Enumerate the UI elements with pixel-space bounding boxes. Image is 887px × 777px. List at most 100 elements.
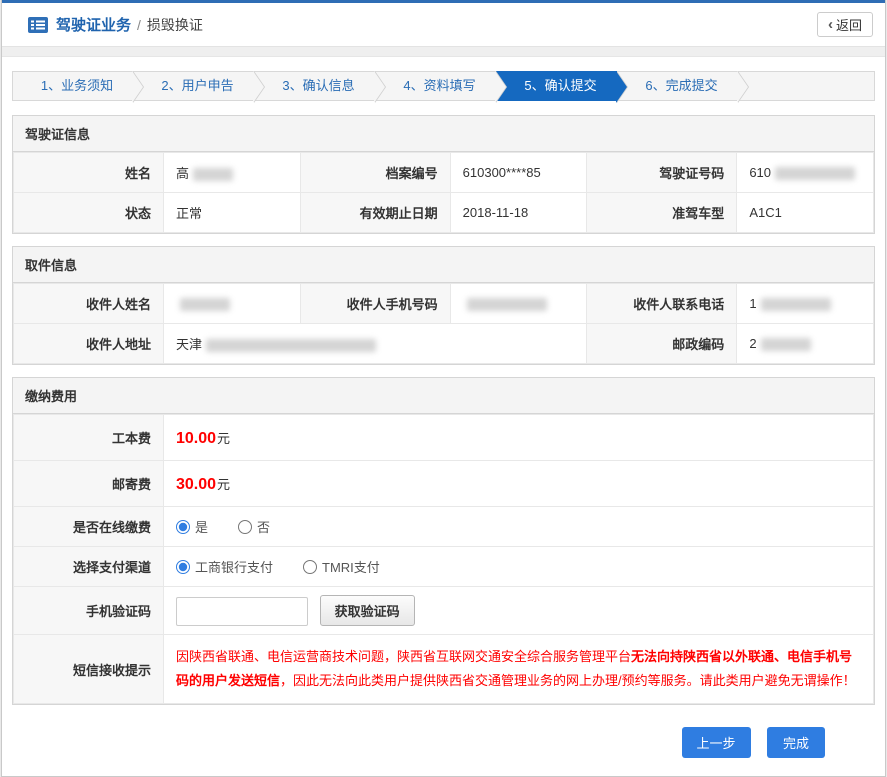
expiry-date-label: 有效期止日期 (299, 192, 451, 233)
redacted-value (775, 167, 856, 181)
status-label: 状态 (13, 192, 164, 233)
sms-code-field-cell: 获取验证码 (163, 586, 874, 635)
recipient-address-value: 天津 (162, 323, 588, 364)
online-payment-options: 是 否 (163, 506, 874, 547)
channel-icbc-radio[interactable] (176, 559, 190, 574)
recipient-address-label: 收件人地址 (13, 323, 164, 364)
table-row: 收件人姓名 收件人手机号码 收件人联系电话 1 (13, 283, 874, 324)
back-button-label: 返回 (835, 18, 862, 33)
section-title-fees: 缴纳费用 (13, 378, 874, 414)
step-tab-5-confirm-submit[interactable]: 5、确认提交 (496, 71, 628, 103)
pickup-info-table: 收件人姓名 收件人手机号码 收件人联系电话 1 收件人地址 天津 邮政编码 2 (13, 283, 874, 364)
license-business-icon (28, 16, 48, 33)
production-cost-label: 工本费 (13, 414, 164, 461)
fees-table: 工本费 10.00元 邮寄费 30.00元 是否在线缴费 是 否 选择支付渠道 … (13, 414, 874, 705)
back-button[interactable]: ‹ 返回 (816, 12, 873, 37)
redacted-value (760, 338, 811, 352)
steps-bar: 1、业务须知 2、用户申告 3、确认信息 4、资料填写 5、确认提交 6、完成提… (2, 57, 885, 113)
main-content: 驾驶证信息 姓名 高 档案编号 610300****85 驾驶证号码 610 状… (2, 113, 885, 777)
section-title-license: 驾驶证信息 (13, 116, 874, 152)
page-root: 驾驶证业务 / 损毁换证 ‹ 返回 1、业务须知 2、用户申告 3、确认信息 4… (1, 0, 886, 777)
redacted-value (193, 168, 234, 182)
steps-filler (738, 71, 875, 101)
recipient-mobile-label: 收件人手机号码 (299, 283, 451, 324)
online-payment-yes-radio[interactable] (176, 519, 190, 534)
table-row: 收件人地址 天津 邮政编码 2 (13, 323, 874, 364)
step-tab-1-business-notice[interactable]: 1、业务须知 (12, 71, 144, 103)
payment-channel-options: 工商银行支付 TMRI支付 (163, 546, 874, 587)
table-row: 邮寄费 30.00元 (13, 460, 874, 507)
sms-notice-label: 短信接收提示 (13, 633, 164, 705)
recipient-mobile-value (449, 283, 588, 324)
name-label: 姓名 (13, 152, 164, 193)
payment-channel-label: 选择支付渠道 (13, 546, 164, 587)
license-info-table: 姓名 高 档案编号 610300****85 驾驶证号码 610 状态 正常 有… (13, 152, 874, 233)
section-title-pickup: 取件信息 (13, 247, 874, 283)
online-payment-no-radio[interactable] (238, 519, 253, 534)
sms-notice-part-2: ，因此无法向此类用户提供陕西省交通管理业务的网上办理/预约等服务。请此类用户避免… (280, 673, 856, 689)
page-header: 驾驶证业务 / 损毁换证 ‹ 返回 (2, 3, 885, 47)
sms-code-label: 手机验证码 (13, 586, 164, 635)
redacted-value (760, 298, 831, 312)
form-actions: 上一步 完成 (12, 717, 875, 777)
table-row: 状态 正常 有效期止日期 2018-11-18 准驾车型 A1C1 (13, 192, 874, 233)
postcode-value: 2 (736, 323, 874, 364)
redacted-value (206, 339, 377, 353)
step-tab-3-confirm-info[interactable]: 3、确认信息 (254, 71, 386, 103)
production-cost-amount: 10.00 (176, 429, 217, 447)
status-value: 正常 (163, 192, 301, 233)
vehicle-class-value: A1C1 (736, 192, 874, 233)
table-row: 选择支付渠道 工商银行支付 TMRI支付 (13, 546, 874, 587)
get-sms-code-button[interactable]: 获取验证码 (319, 595, 415, 626)
channel-tmri-option[interactable]: TMRI支付 (303, 557, 380, 576)
channel-icbc-option[interactable]: 工商银行支付 (176, 557, 273, 576)
expiry-date-value: 2018-11-18 (449, 192, 588, 233)
license-number-value: 610 (736, 152, 874, 193)
postage-fee-unit: 元 (217, 476, 231, 492)
back-chevron-icon: ‹ (827, 16, 833, 33)
header-divider-band (2, 47, 885, 57)
postage-fee-amount: 30.00 (176, 475, 217, 493)
postcode-label: 邮政编码 (586, 323, 738, 364)
recipient-tel-label: 收件人联系电话 (586, 283, 738, 324)
channel-tmri-radio[interactable] (303, 559, 318, 574)
online-payment-no-option[interactable]: 否 (238, 517, 270, 536)
license-number-label: 驾驶证号码 (586, 152, 738, 193)
section-license-info: 驾驶证信息 姓名 高 档案编号 610300****85 驾驶证号码 610 状… (12, 115, 875, 234)
vehicle-class-label: 准驾车型 (586, 192, 738, 233)
table-row: 工本费 10.00元 (13, 414, 874, 461)
table-row: 短信接收提示 因陕西省联通、电信运营商技术问题，陕西省互联网交通安全综合服务管理… (13, 633, 874, 705)
step-tab-2-user-declaration[interactable]: 2、用户申告 (133, 71, 265, 103)
step-tab-6-complete-submit[interactable]: 6、完成提交 (617, 71, 749, 103)
section-pickup-info: 取件信息 收件人姓名 收件人手机号码 收件人联系电话 1 收件人地址 天津 邮政… (12, 246, 875, 365)
postage-fee-value: 30.00元 (163, 460, 874, 507)
recipient-name-value (163, 283, 301, 324)
sms-notice-part-1: 因陕西省联通、电信运营商技术问题，陕西省互联网交通安全综合服务管理平台 (176, 649, 632, 664)
production-cost-unit: 元 (217, 430, 231, 446)
breadcrumb-separator: / (137, 16, 141, 33)
channel-icbc-label: 工商银行支付 (195, 560, 274, 575)
online-payment-yes-label: 是 (195, 520, 209, 535)
breadcrumb-current: 损毁换证 (146, 16, 203, 33)
channel-tmri-label: TMRI支付 (322, 560, 380, 575)
page-title: 驾驶证业务 (56, 17, 132, 34)
online-payment-label: 是否在线缴费 (13, 506, 164, 547)
postage-fee-label: 邮寄费 (13, 460, 164, 507)
name-value: 高 (163, 152, 301, 193)
recipient-name-label: 收件人姓名 (13, 283, 164, 324)
section-fees: 缴纳费用 工本费 10.00元 邮寄费 30.00元 是否在线缴费 是 否 选择… (12, 377, 875, 706)
previous-step-button[interactable]: 上一步 (681, 727, 751, 759)
sms-notice-text: 因陕西省联通、电信运营商技术问题，陕西省互联网交通安全综合服务管理平台无法向持陕… (163, 633, 874, 705)
recipient-tel-value: 1 (736, 283, 874, 324)
online-payment-yes-option[interactable]: 是 (176, 517, 208, 536)
online-payment-no-label: 否 (257, 520, 271, 535)
redacted-value (466, 298, 547, 312)
step-tab-4-fill-materials[interactable]: 4、资料填写 (375, 71, 507, 103)
redacted-value (180, 298, 230, 312)
archive-number-label: 档案编号 (299, 152, 451, 193)
finish-button[interactable]: 完成 (767, 727, 825, 759)
table-row: 姓名 高 档案编号 610300****85 驾驶证号码 610 (13, 152, 874, 193)
archive-number-value: 610300****85 (449, 152, 588, 193)
sms-code-input[interactable] (176, 597, 308, 626)
table-row: 手机验证码 获取验证码 (13, 586, 874, 635)
